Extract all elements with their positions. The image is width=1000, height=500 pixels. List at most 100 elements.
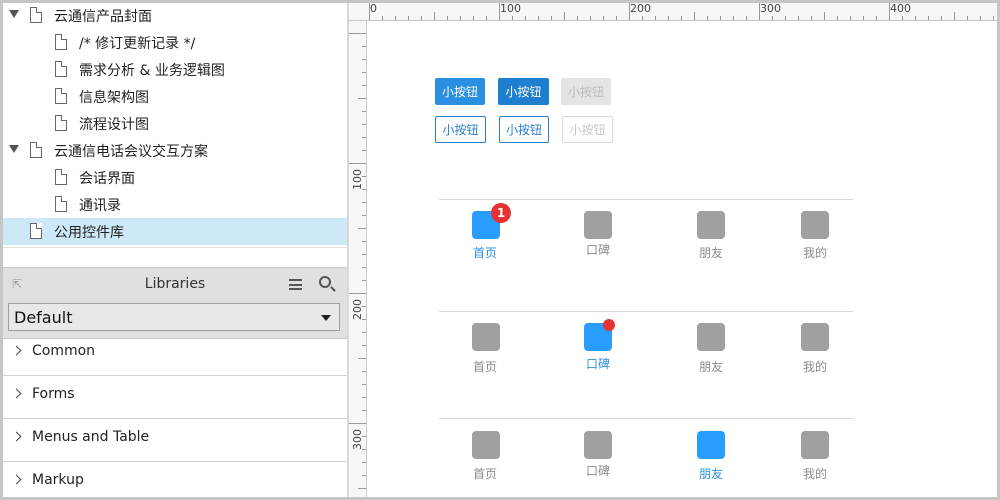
home-tab-icon[interactable] bbox=[472, 323, 500, 351]
me-tab-icon[interactable] bbox=[801, 211, 829, 239]
small-button-outline[interactable]: 小按钮 bbox=[435, 116, 486, 143]
tab-label[interactable]: 我的 bbox=[785, 358, 845, 375]
ruler-tick bbox=[362, 306, 366, 307]
library-category-forms[interactable]: Forms bbox=[3, 376, 347, 419]
ruler-label: 200 bbox=[630, 3, 651, 15]
tab-label[interactable]: 我的 bbox=[785, 244, 845, 261]
category-label: Forms bbox=[32, 386, 75, 402]
tab-label[interactable]: 口碑 bbox=[568, 355, 628, 372]
ruler-tick bbox=[876, 16, 877, 20]
library-category-markup[interactable]: Markup bbox=[3, 462, 347, 500]
ruler-tick bbox=[382, 16, 383, 20]
friends-tab-icon[interactable] bbox=[697, 431, 725, 459]
tabbar-divider bbox=[439, 311, 853, 312]
search-icon[interactable] bbox=[319, 276, 331, 288]
chevron-right-icon bbox=[11, 388, 22, 399]
tabbar-divider bbox=[439, 418, 853, 419]
tab-label[interactable]: 朋友 bbox=[681, 465, 741, 482]
ruler-tick bbox=[362, 137, 366, 138]
library-select[interactable]: Default bbox=[8, 303, 340, 331]
tree-item-label: /* 修订更新记录 */ bbox=[79, 36, 196, 52]
page-icon bbox=[30, 7, 42, 23]
small-button-disabled[interactable]: 小按钮 bbox=[561, 78, 611, 105]
ruler-tick bbox=[421, 16, 422, 20]
tab-label[interactable]: 首页 bbox=[455, 244, 515, 261]
ruler-tick bbox=[850, 16, 851, 20]
tab-label[interactable]: 口碑 bbox=[568, 462, 628, 479]
library-category-common[interactable]: Common bbox=[3, 333, 347, 376]
ruler-label: 300 bbox=[351, 429, 364, 450]
ruler-tick bbox=[362, 176, 366, 177]
tab-label[interactable]: 首页 bbox=[455, 465, 515, 482]
ruler-tick bbox=[358, 488, 366, 489]
tab-label[interactable]: 首页 bbox=[455, 358, 515, 375]
ruler-tick bbox=[362, 189, 366, 190]
ruler-tick bbox=[707, 16, 708, 20]
ruler-tick bbox=[889, 3, 890, 20]
tree-item-info-arch[interactable]: 信息架构图 bbox=[3, 83, 347, 110]
ruler-label: 0 bbox=[370, 3, 377, 15]
tab-label[interactable]: 口碑 bbox=[568, 241, 628, 258]
reputation-tab-icon[interactable] bbox=[584, 431, 612, 459]
caret-down-icon bbox=[321, 315, 331, 321]
expand-triangle-icon[interactable] bbox=[9, 145, 19, 153]
chevron-right-icon bbox=[11, 345, 22, 356]
page-icon bbox=[55, 196, 67, 212]
ruler-tick bbox=[369, 3, 370, 20]
reputation-tab-icon[interactable] bbox=[584, 211, 612, 239]
ruler-tick bbox=[358, 228, 366, 229]
ruler-tick bbox=[993, 16, 994, 20]
tree-item-requirements[interactable]: 需求分析 & 业务逻辑图 bbox=[3, 56, 347, 83]
tab-label[interactable]: 朋友 bbox=[681, 358, 741, 375]
menu-icon[interactable] bbox=[289, 279, 302, 290]
ruler-tick bbox=[642, 16, 643, 20]
ruler-tick bbox=[408, 16, 409, 20]
small-button-primary-pressed[interactable]: 小按钮 bbox=[498, 78, 549, 105]
ruler-tick bbox=[362, 462, 366, 463]
ruler-tick bbox=[629, 3, 630, 20]
tree-item-cover[interactable]: 云通信产品封面 bbox=[3, 2, 347, 29]
page-icon bbox=[55, 169, 67, 185]
ruler-tick bbox=[362, 397, 366, 398]
me-tab-icon[interactable] bbox=[801, 323, 829, 351]
small-button-outline-disabled[interactable]: 小按钮 bbox=[562, 116, 613, 143]
tab-label[interactable]: 朋友 bbox=[681, 244, 741, 261]
tree-item-contacts[interactable]: 通讯录 bbox=[3, 191, 347, 218]
page-icon bbox=[30, 223, 42, 239]
expand-triangle-icon[interactable] bbox=[9, 10, 19, 18]
ruler-tick bbox=[590, 16, 591, 20]
ruler-tick bbox=[362, 202, 366, 203]
ruler-tick bbox=[811, 16, 812, 20]
ruler-tick bbox=[499, 3, 500, 20]
ruler-tick bbox=[362, 410, 366, 411]
small-button-primary[interactable]: 小按钮 bbox=[435, 78, 485, 105]
tree-item-components[interactable]: 公用控件库 bbox=[3, 218, 347, 245]
friends-tab-icon[interactable] bbox=[697, 323, 725, 351]
library-category-menus[interactable]: Menus and Table bbox=[3, 419, 347, 462]
friends-tab-icon[interactable] bbox=[697, 211, 725, 239]
tree-item-flow[interactable]: 流程设计图 bbox=[3, 110, 347, 137]
small-button-outline-hover[interactable]: 小按钮 bbox=[499, 116, 549, 143]
tree-item-session[interactable]: 会话界面 bbox=[3, 164, 347, 191]
ruler-tick bbox=[941, 16, 942, 20]
ruler-tick bbox=[447, 16, 448, 20]
tree-item-revision-log[interactable]: /* 修订更新记录 */ bbox=[3, 29, 347, 56]
ruler-tick bbox=[902, 16, 903, 20]
ruler-tick bbox=[362, 46, 366, 47]
tree-item-conference[interactable]: 云通信电话会议交互方案 bbox=[3, 137, 347, 164]
ruler-tick bbox=[603, 16, 604, 20]
ruler-tick bbox=[954, 12, 955, 20]
ruler-tick bbox=[362, 371, 366, 372]
ruler-tick bbox=[655, 16, 656, 20]
tab-label[interactable]: 我的 bbox=[785, 465, 845, 482]
ruler-tick bbox=[551, 16, 552, 20]
chevron-right-icon bbox=[11, 474, 22, 485]
home-tab-icon[interactable] bbox=[472, 431, 500, 459]
ruler-label: 400 bbox=[890, 3, 911, 15]
ruler-tick bbox=[349, 293, 366, 294]
ruler-tick bbox=[668, 16, 669, 20]
design-canvas[interactable]: 0 100 200 300 400 100 200 300 小按钮 小按钮 小按… bbox=[349, 3, 997, 497]
tree-item-label: 信息架构图 bbox=[79, 90, 149, 106]
ruler-tick bbox=[681, 16, 682, 20]
me-tab-icon[interactable] bbox=[801, 431, 829, 459]
